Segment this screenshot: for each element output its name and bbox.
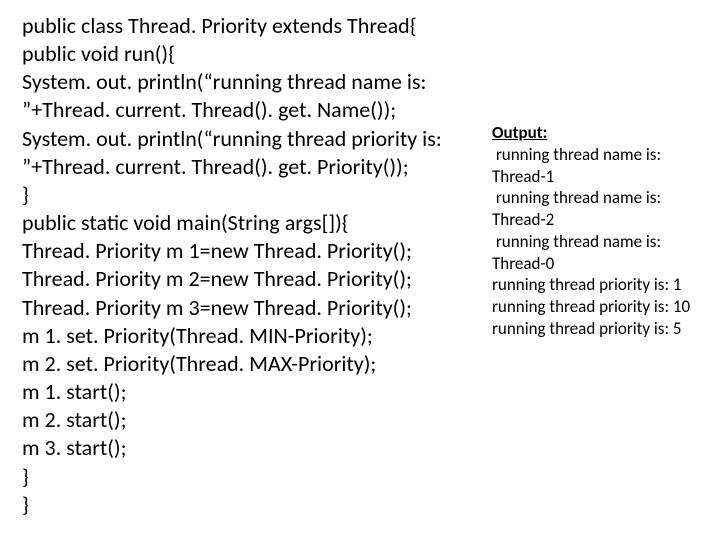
output-line: running thread priority is: 10 [492,296,706,318]
code-line: m 2. start(); [22,406,484,434]
code-block: public class Thread. Priority extends Th… [22,12,484,519]
code-line: m 2. set. Priority(Thread. MAX-Priority)… [22,350,484,378]
output-block: Output: running thread name is: Thread-1… [484,12,706,340]
code-line: } [22,463,484,491]
code-line: } [22,491,484,519]
output-line: running thread name is: Thread-0 [492,231,706,275]
code-line: m 3. start(); [22,434,484,462]
code-line: Thread. Priority m 2=new Thread. Priorit… [22,265,484,293]
code-line: public static void main(String args[]){ [22,209,484,237]
output-line: running thread name is: Thread-2 [492,187,706,231]
code-line: Thread. Priority m 1=new Thread. Priorit… [22,237,484,265]
code-line: Thread. Priority m 3=new Thread. Priorit… [22,294,484,322]
output-line: running thread name is: Thread-1 [492,144,706,188]
output-line: running thread priority is: 5 [492,318,706,340]
code-line: public class Thread. Priority extends Th… [22,12,484,40]
slide: public class Thread. Priority extends Th… [0,0,720,540]
code-line: System. out. println(“running thread nam… [22,68,484,124]
code-line: System. out. println(“running thread pri… [22,125,484,181]
code-line: m 1. start(); [22,378,484,406]
code-line: } [22,181,484,209]
code-line: public void run(){ [22,40,484,68]
output-line: running thread priority is: 1 [492,274,706,296]
output-header: Output: [492,122,706,144]
code-line: m 1. set. Priority(Thread. MIN-Priority)… [22,322,484,350]
